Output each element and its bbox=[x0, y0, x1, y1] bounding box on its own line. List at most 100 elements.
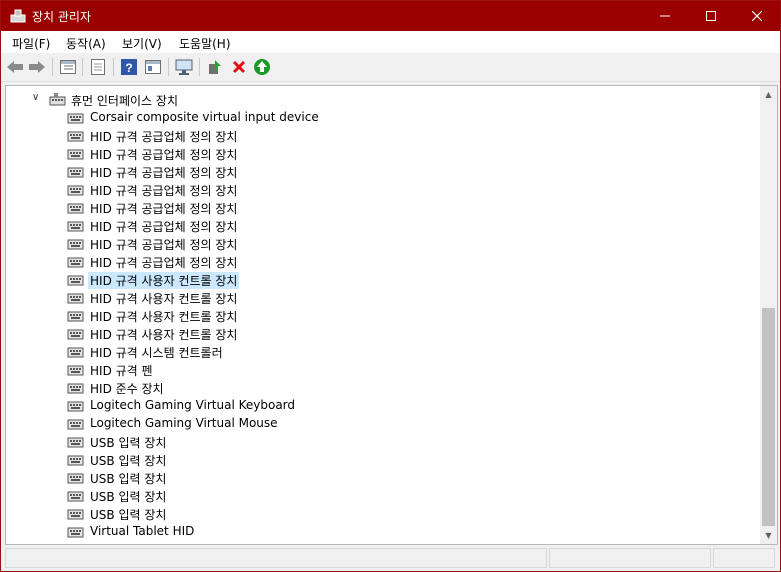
close-icon bbox=[752, 11, 762, 21]
minimize-icon bbox=[660, 15, 670, 17]
hid-category-icon bbox=[49, 93, 66, 106]
hid-device-icon bbox=[67, 383, 84, 394]
menu-help[interactable]: 도움말(H) bbox=[179, 35, 231, 52]
device-manager-app-icon bbox=[10, 9, 26, 23]
hid-device-icon bbox=[67, 527, 84, 538]
view-icon bbox=[145, 60, 161, 74]
back-icon bbox=[7, 61, 23, 73]
device-label: HID 규격 사용자 컨트롤 장치 bbox=[90, 292, 238, 306]
hid-device-icon bbox=[67, 419, 84, 430]
hid-device-icon bbox=[67, 365, 84, 376]
category-label: 휴먼 인터페이스 장치 bbox=[71, 94, 178, 108]
device-label: Virtual Tablet HID bbox=[90, 524, 195, 538]
device-label: HID 준수 장치 bbox=[90, 382, 164, 396]
hid-device-icon bbox=[67, 221, 84, 232]
device-row[interactable]: HID 규격 사용자 컨트롤 장치 bbox=[6, 270, 756, 289]
hid-device-icon bbox=[67, 437, 84, 448]
hid-device-icon bbox=[67, 347, 84, 358]
device-row[interactable]: HID 규격 사용자 컨트롤 장치 bbox=[6, 288, 756, 306]
maximize-icon bbox=[706, 11, 716, 21]
hid-device-icon bbox=[67, 293, 84, 304]
properties-list-icon bbox=[60, 60, 76, 74]
device-label: USB 입력 장치 bbox=[90, 436, 167, 450]
device-row[interactable]: USB 입력 장치 bbox=[6, 468, 756, 486]
device-tree[interactable]: ∨ 휴먼 인터페이스 장치 Corsair composite virtual … bbox=[5, 85, 778, 545]
vertical-scrollbar[interactable]: ▲ ▼ bbox=[760, 86, 777, 544]
device-row[interactable]: USB 입력 장치 bbox=[6, 504, 756, 522]
monitor-icon bbox=[175, 59, 193, 75]
device-row[interactable]: Corsair composite virtual input device bbox=[6, 108, 756, 126]
help-button[interactable]: ? bbox=[120, 58, 138, 76]
device-label: USB 입력 장치 bbox=[90, 454, 167, 468]
device-row[interactable]: HID 규격 펜 bbox=[6, 360, 756, 378]
menu-bar: 파일(F) 동작(A) 보기(V) 도움말(H) bbox=[1, 31, 780, 53]
menu-view[interactable]: 보기(V) bbox=[122, 35, 162, 52]
svg-text:?: ? bbox=[125, 61, 132, 75]
title-bar[interactable]: 장치 관리자 bbox=[1, 1, 780, 31]
device-row[interactable]: HID 규격 공급업체 정의 장치 bbox=[6, 198, 756, 216]
device-manager-window: 장치 관리자 파일(F) 동작(A) 보기(V) 도움말(H) ? ∨ 휴먼 인… bbox=[0, 0, 781, 572]
forward-icon bbox=[29, 61, 45, 73]
device-row[interactable]: HID 규격 사용자 컨트롤 장치 bbox=[6, 324, 756, 342]
close-button[interactable] bbox=[734, 1, 780, 31]
device-label: HID 규격 시스템 컨트롤러 bbox=[90, 346, 223, 360]
hid-device-icon bbox=[67, 491, 84, 502]
hid-device-icon bbox=[67, 185, 84, 196]
device-label: USB 입력 장치 bbox=[90, 490, 167, 504]
category-row[interactable]: ∨ 휴먼 인터페이스 장치 bbox=[6, 90, 756, 108]
menu-file[interactable]: 파일(F) bbox=[12, 35, 50, 52]
page-button[interactable] bbox=[89, 58, 107, 76]
device-row[interactable]: HID 규격 시스템 컨트롤러 bbox=[6, 342, 756, 360]
scroll-down-icon[interactable]: ▼ bbox=[760, 527, 777, 544]
toolbar-separator bbox=[82, 58, 83, 76]
device-row[interactable]: HID 준수 장치 bbox=[6, 378, 756, 396]
scan-hardware-button[interactable] bbox=[253, 58, 271, 76]
toolbar-separator bbox=[199, 58, 200, 76]
scroll-up-icon[interactable]: ▲ bbox=[760, 86, 777, 103]
device-row[interactable]: HID 규격 공급업체 정의 장치 bbox=[6, 126, 756, 144]
device-label: HID 규격 사용자 컨트롤 장치 bbox=[90, 310, 238, 324]
device-row[interactable]: Logitech Gaming Virtual Mouse bbox=[6, 414, 756, 432]
device-label: HID 규격 공급업체 정의 장치 bbox=[90, 220, 238, 234]
device-row[interactable]: USB 입력 장치 bbox=[6, 432, 756, 450]
hid-device-icon bbox=[67, 401, 84, 412]
hid-device-icon bbox=[67, 149, 84, 160]
hid-device-icon bbox=[67, 275, 84, 286]
forward-button[interactable] bbox=[28, 58, 46, 76]
minimize-button[interactable] bbox=[642, 1, 688, 31]
device-label: HID 규격 공급업체 정의 장치 bbox=[90, 130, 238, 144]
device-label: HID 규격 사용자 컨트롤 장치 bbox=[90, 328, 238, 342]
device-row[interactable]: USB 입력 장치 bbox=[6, 450, 756, 468]
scrollbar-thumb[interactable] bbox=[762, 308, 775, 526]
hid-device-icon bbox=[67, 113, 84, 124]
properties-list-button[interactable] bbox=[59, 58, 77, 76]
status-pane-tertiary bbox=[713, 548, 775, 568]
device-row[interactable]: HID 규격 공급업체 정의 장치 bbox=[6, 144, 756, 162]
device-row[interactable]: HID 규격 공급업체 정의 장치 bbox=[6, 252, 756, 270]
hid-device-icon bbox=[67, 257, 84, 268]
device-row[interactable]: HID 규격 공급업체 정의 장치 bbox=[6, 180, 756, 198]
device-label: USB 입력 장치 bbox=[90, 508, 167, 522]
device-label: HID 규격 펜 bbox=[90, 364, 153, 378]
device-row[interactable]: HID 규격 공급업체 정의 장치 bbox=[6, 216, 756, 234]
device-label: HID 규격 공급업체 정의 장치 bbox=[90, 202, 238, 216]
device-label: Corsair composite virtual input device bbox=[90, 110, 319, 124]
view-button[interactable] bbox=[144, 58, 162, 76]
maximize-button[interactable] bbox=[688, 1, 734, 31]
device-label: HID 규격 공급업체 정의 장치 bbox=[90, 256, 238, 270]
device-row[interactable]: Virtual Tablet HID bbox=[6, 522, 756, 540]
device-row[interactable]: HID 규격 공급업체 정의 장치 bbox=[6, 234, 756, 252]
device-row[interactable]: USB 입력 장치 bbox=[6, 486, 756, 504]
menu-action[interactable]: 동작(A) bbox=[66, 35, 106, 52]
update-driver-button[interactable] bbox=[206, 58, 224, 76]
uninstall-button[interactable] bbox=[230, 58, 248, 76]
device-row[interactable]: HID 규격 공급업체 정의 장치 bbox=[6, 162, 756, 180]
back-button[interactable] bbox=[6, 58, 24, 76]
status-pane-secondary bbox=[549, 548, 711, 568]
device-row[interactable]: Logitech Gaming Virtual Keyboard bbox=[6, 396, 756, 414]
device-label: USB 입력 장치 bbox=[90, 472, 167, 486]
device-label: HID 규격 공급업체 정의 장치 bbox=[90, 184, 238, 198]
chevron-down-icon[interactable]: ∨ bbox=[32, 92, 39, 103]
device-row[interactable]: HID 규격 사용자 컨트롤 장치 bbox=[6, 306, 756, 324]
monitor-button[interactable] bbox=[175, 58, 193, 76]
